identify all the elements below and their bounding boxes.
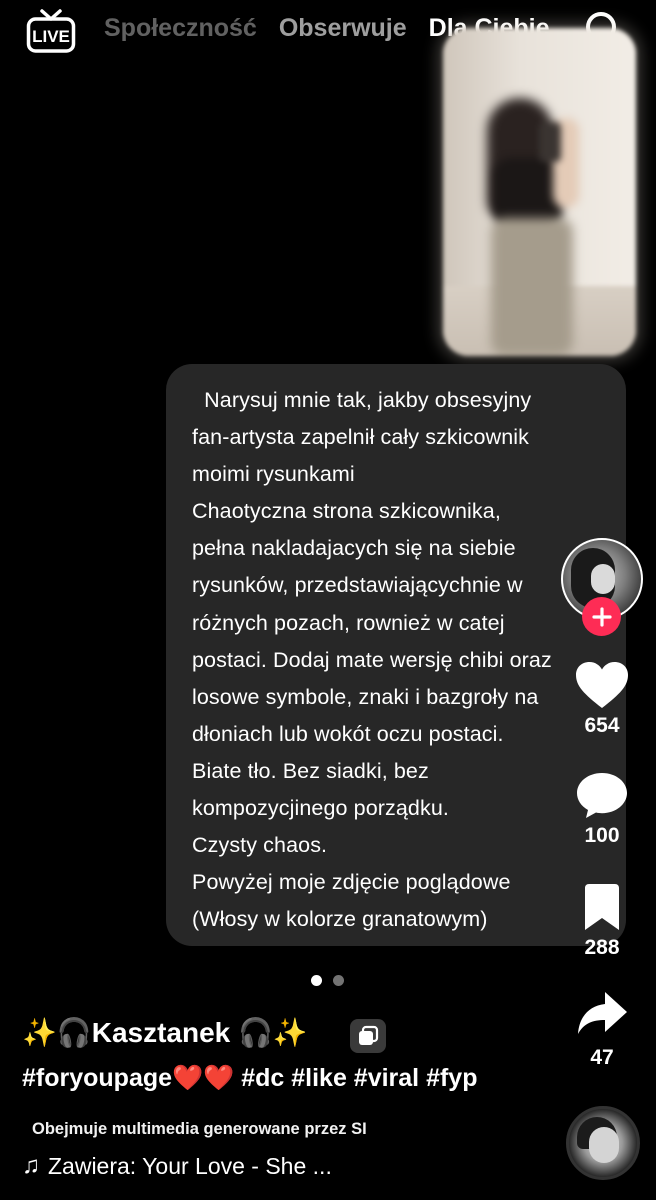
music-title: Zawiera: Your Love - She ... [48, 1152, 332, 1179]
tab-community[interactable]: Społeczność [104, 14, 257, 43]
tab-following[interactable]: Obserwuje [279, 14, 407, 43]
share-icon [578, 992, 627, 1034]
carousel-photos-icon [350, 1019, 386, 1053]
carousel-dot [333, 975, 344, 986]
creator-username[interactable]: ✨🎧Kasztanek 🎧✨ [22, 1016, 308, 1049]
live-icon[interactable]: LIVE [26, 8, 76, 54]
music-disc[interactable] [566, 1106, 640, 1180]
comment-count: 100 [584, 824, 620, 847]
reference-photo[interactable] [443, 28, 636, 356]
follow-button[interactable] [582, 597, 621, 636]
like-count: 654 [584, 714, 620, 737]
music-note-icon: ♫ [22, 1152, 40, 1179]
comment-icon [577, 773, 627, 818]
hashtags[interactable]: #foryoupage❤️❤️ #dc #like #viral #fyp [22, 1064, 477, 1093]
comment-button[interactable]: 100 [566, 770, 638, 848]
share-count: 47 [590, 1046, 614, 1069]
save-button[interactable]: 288 [566, 882, 638, 960]
prompt-line: Narysuj mnie tak, jakby obsesyjny [192, 388, 532, 412]
carousel-indicator [311, 975, 344, 986]
prompt-line: fan-artysta zapelnił cały szkicownik [192, 425, 529, 450]
music-info[interactable]: ♫ Zawiera: Your Love - She ... [22, 1152, 332, 1180]
prompt-line: moimi rysunkami [192, 462, 355, 487]
heart-icon [576, 662, 628, 708]
prompt-line: Chaotyczna strona szkicownika, [192, 499, 501, 524]
live-label: LIVE [32, 27, 70, 46]
like-button[interactable]: 654 [566, 660, 638, 738]
prompt-card: Narysuj mnie tak, jakby obsesyjny fan-art… [166, 364, 626, 946]
share-button[interactable]: 47 [566, 990, 638, 1070]
plus-icon [591, 606, 612, 627]
bookmark-icon [585, 884, 619, 930]
carousel-dot-active [311, 975, 322, 986]
save-count: 288 [584, 936, 620, 959]
ai-content-label: Obejmuje multimedia generowane przez SI [32, 1120, 367, 1138]
